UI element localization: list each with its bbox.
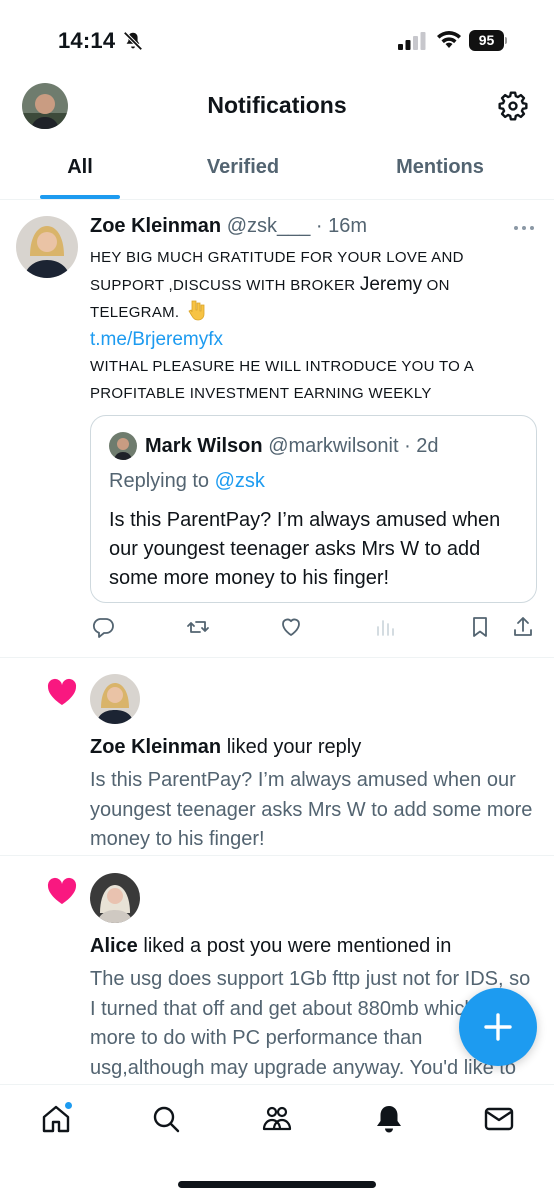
page-title: Notifications bbox=[207, 92, 347, 118]
avatar[interactable] bbox=[16, 216, 78, 278]
gear-icon[interactable] bbox=[497, 90, 529, 122]
quote-author-name: Mark Wilson bbox=[145, 435, 263, 457]
tweet-line-text: SUPPORT ,DISCUSS WITH BROKER bbox=[90, 277, 360, 294]
avatar bbox=[109, 432, 137, 460]
status-time: 14:14 bbox=[58, 28, 116, 53]
battery-indicator: 95 bbox=[469, 30, 507, 52]
plus-icon bbox=[484, 1013, 512, 1041]
liker-name: Alice bbox=[90, 935, 138, 957]
like-notification[interactable]: Zoe Kleinman liked your reply Is this Pa… bbox=[0, 658, 554, 856]
quote-time: 2d bbox=[416, 435, 439, 457]
pointing-down-emoji-icon bbox=[188, 300, 205, 321]
tweet-actions bbox=[0, 615, 554, 643]
avatar[interactable] bbox=[90, 674, 140, 724]
quote-text: Is this ParentPay? I’m always amused whe… bbox=[109, 509, 501, 589]
tweet-header: Zoe Kleinman @zsk___ · 16m bbox=[90, 215, 367, 238]
heart-icon bbox=[47, 678, 77, 705]
tab-mentions[interactable]: Mentions bbox=[370, 156, 510, 179]
community-icon[interactable] bbox=[261, 1103, 293, 1135]
notification-title: Alice liked a post you were mentioned in bbox=[90, 935, 451, 958]
author-handle[interactable]: @zsk___ bbox=[227, 215, 311, 237]
tweet-line: TELEGRAM. bbox=[90, 299, 530, 326]
telegram-link[interactable]: t.me/Brjeremyfx bbox=[90, 326, 530, 353]
tweet-line: SUPPORT ,DISCUSS WITH BROKER Jeremy ON bbox=[90, 271, 530, 299]
battery-cap bbox=[505, 37, 507, 44]
heart-icon bbox=[47, 877, 77, 904]
separator-dot: · bbox=[398, 435, 417, 457]
tweet-line: PROFITABLE INVESTMENT EARNING WEEKLY bbox=[90, 385, 432, 402]
tweet[interactable]: Zoe Kleinman @zsk___ · 16m HEY BIG MUCH … bbox=[0, 200, 554, 658]
more-icon[interactable] bbox=[512, 224, 536, 232]
liker-name: Zoe Kleinman bbox=[90, 736, 222, 758]
tab-all[interactable]: All bbox=[40, 156, 120, 179]
tweet-line: HEY BIG MUCH GRATITUDE FOR YOUR LOVE AND bbox=[90, 249, 464, 266]
wifi-icon bbox=[437, 31, 461, 48]
views-icon[interactable] bbox=[373, 615, 397, 639]
replying-to-label: Replying to bbox=[109, 470, 215, 492]
replying-to: Replying to @zsk bbox=[109, 470, 265, 493]
new-content-dot bbox=[64, 1101, 73, 1110]
bell-off-icon bbox=[123, 31, 143, 51]
bell-icon[interactable] bbox=[373, 1103, 405, 1135]
tweet-line-text: TELEGRAM. bbox=[90, 304, 180, 321]
like-icon[interactable] bbox=[279, 615, 303, 639]
notification-action: liked your reply bbox=[221, 736, 362, 758]
author-name[interactable]: Zoe Kleinman bbox=[90, 215, 221, 237]
signal-icon bbox=[398, 32, 426, 50]
separator-dot: · bbox=[310, 215, 329, 237]
share-icon[interactable] bbox=[511, 615, 535, 639]
replying-to-mention[interactable]: @zsk bbox=[215, 470, 265, 492]
home-indicator bbox=[178, 1181, 376, 1188]
tab-bar: All Verified Mentions bbox=[0, 140, 554, 200]
avatar[interactable] bbox=[90, 873, 140, 923]
quote-author-handle: @markwilsonit bbox=[268, 435, 399, 457]
bookmark-icon[interactable] bbox=[468, 615, 492, 639]
header: Notifications bbox=[0, 80, 554, 134]
notification-title: Zoe Kleinman liked your reply bbox=[90, 736, 361, 759]
compose-button[interactable] bbox=[459, 988, 537, 1066]
tweet-time: 16m bbox=[328, 215, 368, 237]
quoted-tweet[interactable]: Mark Wilson @markwilsonit · 2d Replying … bbox=[90, 415, 537, 603]
notification-action: liked a post you were mentioned in bbox=[137, 935, 452, 957]
tweet-line-text: ON bbox=[422, 277, 450, 294]
quote-header: Mark Wilson @markwilsonit · 2d bbox=[145, 435, 439, 458]
bottom-nav bbox=[0, 1084, 554, 1200]
battery-level: 95 bbox=[469, 30, 504, 51]
reply-icon[interactable] bbox=[91, 615, 115, 639]
status-bar: 14:14 95 bbox=[0, 0, 554, 80]
notification-text: Is this ParentPay? I’m always amused whe… bbox=[90, 769, 533, 850]
tab-verified[interactable]: Verified bbox=[180, 156, 306, 179]
tweet-name-text: Jeremy bbox=[359, 274, 423, 295]
active-tab-indicator bbox=[40, 195, 120, 199]
tweet-line: WITHAL PLEASURE HE WILL INTRODUCE YOU TO… bbox=[90, 358, 475, 375]
mail-icon[interactable] bbox=[483, 1103, 515, 1135]
retweet-icon[interactable] bbox=[186, 615, 210, 639]
tweet-text: HEY BIG MUCH GRATITUDE FOR YOUR LOVE AND… bbox=[90, 244, 530, 407]
search-icon[interactable] bbox=[150, 1103, 182, 1135]
